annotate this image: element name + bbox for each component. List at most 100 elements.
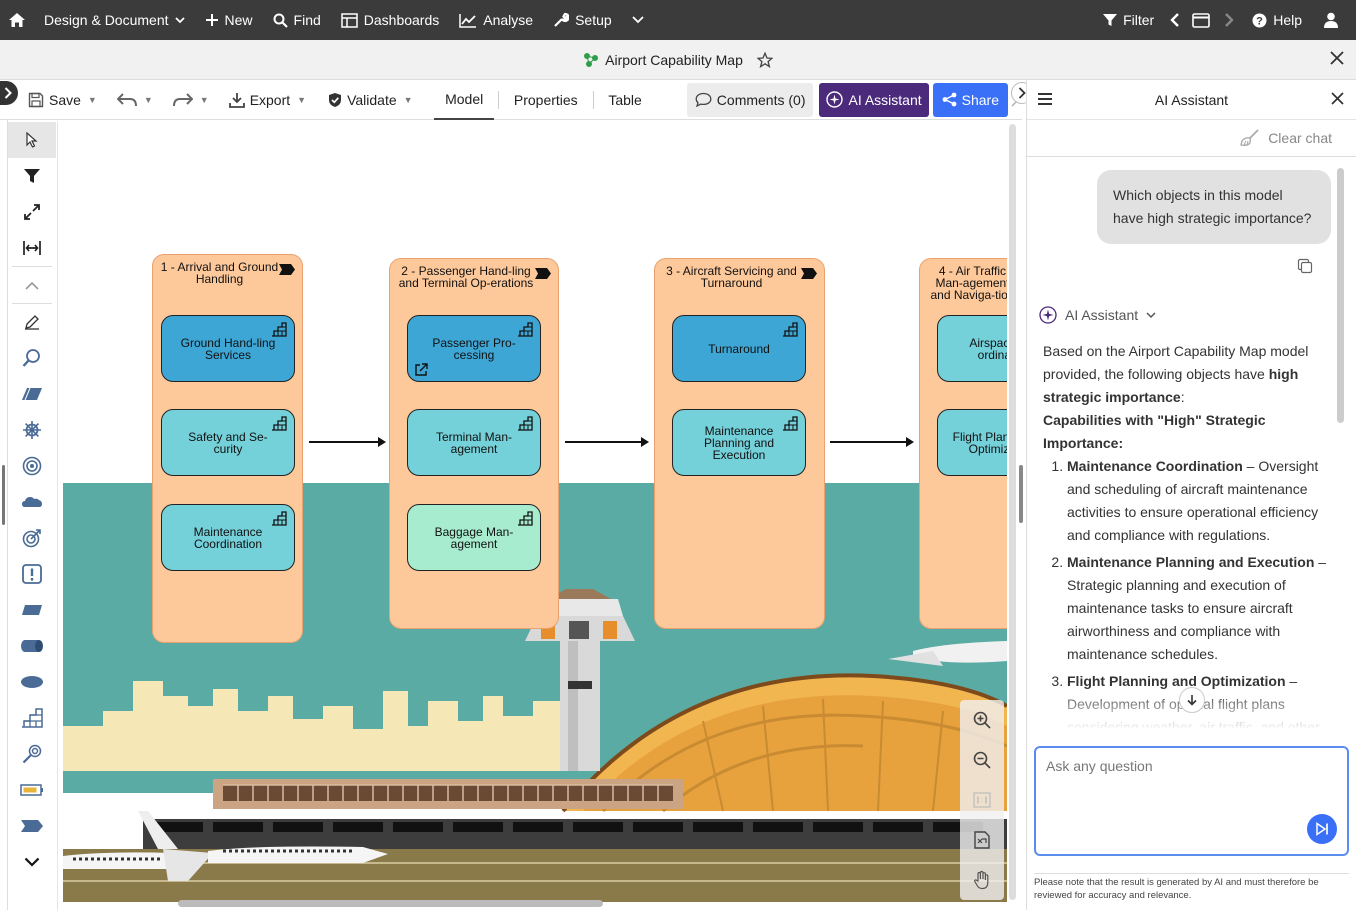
capability-turnaround[interactable]: Turnaround <box>672 315 806 382</box>
copy-icon[interactable] <box>1297 258 1313 274</box>
capability-terminal-management[interactable]: Terminal Man-agement <box>407 409 541 476</box>
comments-button[interactable]: Comments (0) <box>686 82 814 117</box>
chat-history[interactable]: Which objects in this model have high st… <box>1027 158 1337 728</box>
hamburger-menu-icon[interactable] <box>1037 92 1053 106</box>
issue-shape-tool[interactable] <box>8 556 56 592</box>
exclamation-icon <box>22 564 42 584</box>
filter-icon <box>24 168 40 184</box>
capability-flight-planning[interactable]: Flight Planning and Optimiza-tion <box>937 409 1007 476</box>
favorite-star-icon[interactable] <box>756 51 773 68</box>
pencil-tool[interactable] <box>8 304 56 340</box>
capability-label: Flight Planning and Optimiza-tion <box>952 429 1007 456</box>
more-menu-button[interactable] <box>622 0 654 40</box>
capability-maintenance-planning[interactable]: Maintenance Planning and Execution <box>672 409 806 476</box>
capability-baggage-management[interactable]: Baggage Man-agement <box>407 504 541 571</box>
chat-scrollbar[interactable] <box>1337 168 1344 423</box>
cloud-shape-tool[interactable] <box>8 484 56 520</box>
home-icon <box>8 12 26 28</box>
search-tool[interactable] <box>8 340 56 376</box>
battery-shape-tool[interactable] <box>8 772 56 808</box>
analyse-label: Analyse <box>483 12 534 28</box>
validate-button[interactable]: Validate ▼ <box>322 85 418 115</box>
tab-model[interactable]: Model <box>434 80 495 120</box>
slanted-shape-tool[interactable] <box>8 592 56 628</box>
stairs-icon <box>517 416 533 431</box>
close-panel-icon[interactable] <box>1331 92 1344 105</box>
dashboards-button[interactable]: Dashboards <box>331 0 450 40</box>
forward-button[interactable] <box>1216 0 1242 40</box>
home-button[interactable] <box>0 0 34 40</box>
ellipse-shape-tool[interactable] <box>8 664 56 700</box>
share-button[interactable]: Share <box>932 82 1008 117</box>
clear-chat-button[interactable]: Clear chat <box>1027 120 1356 157</box>
goal-shape-tool[interactable] <box>8 520 56 556</box>
actual-size-button[interactable] <box>960 780 1004 820</box>
pan-hand-button[interactable] <box>960 860 1004 900</box>
question-input[interactable] <box>1046 758 1306 774</box>
ai-assistant-label: AI Assistant <box>848 91 922 108</box>
resize-tool[interactable] <box>8 194 56 230</box>
zoom-in-button[interactable] <box>960 700 1004 740</box>
close-document-icon[interactable] <box>1330 51 1344 65</box>
chevron-down-icon <box>24 857 40 867</box>
target-shape-tool[interactable] <box>8 448 56 484</box>
panel-resize-grip[interactable] <box>1019 465 1023 523</box>
speech-bubble-icon <box>695 92 712 107</box>
model-canvas[interactable]: 1 - Arrival and Ground Handling Ground H… <box>63 121 1007 902</box>
find-button[interactable]: Find <box>263 0 331 40</box>
design-document-menu[interactable]: Design & Document <box>34 0 195 40</box>
capability-passenger-processing[interactable]: Passenger Pro-cessing <box>407 315 541 382</box>
window-button[interactable] <box>1186 0 1216 40</box>
filter-button[interactable]: Filter <box>1093 0 1164 40</box>
distribute-tool[interactable] <box>8 230 56 266</box>
fit-page-button[interactable] <box>960 820 1004 860</box>
analyse-button[interactable]: Analyse <box>449 0 543 40</box>
flow-arrow <box>309 437 386 447</box>
capability-ground-handling[interactable]: Ground Hand-ling Services <box>161 315 295 382</box>
flow-arrow <box>830 437 914 447</box>
select-tool[interactable] <box>8 122 56 158</box>
palette-scroll-up-button[interactable] <box>8 267 56 303</box>
parallelogram-shape-tool[interactable] <box>8 376 56 412</box>
ai-panel-title: AI Assistant <box>1154 91 1229 108</box>
assistant-selector[interactable]: AI Assistant <box>1039 306 1156 324</box>
capability-safety-security[interactable]: Safety and Se-curity <box>161 409 295 476</box>
capability-shape-tool[interactable] <box>8 700 56 736</box>
export-button[interactable]: Export ▼ <box>223 85 312 115</box>
external-link-icon[interactable] <box>413 362 429 378</box>
ai-assistant-button[interactable]: AI Assistant <box>819 82 929 117</box>
filter-tool[interactable] <box>8 158 56 194</box>
back-button[interactable] <box>1164 0 1186 40</box>
cylinder-shape-tool[interactable] <box>8 628 56 664</box>
tab-table[interactable]: Table <box>597 80 652 120</box>
helm-shape-tool[interactable] <box>8 412 56 448</box>
stairs-icon <box>517 322 533 337</box>
capability-maintenance-coordination[interactable]: Maintenance Coordination <box>161 504 295 571</box>
setup-button[interactable]: Setup <box>543 0 622 40</box>
chevron-down-icon <box>174 16 185 24</box>
zoom-in-icon <box>973 711 991 729</box>
send-button[interactable] <box>1307 814 1337 844</box>
tab-properties[interactable]: Properties <box>503 80 589 120</box>
chevron-down-icon: ▼ <box>403 94 413 105</box>
tag-shape-tool[interactable] <box>8 808 56 844</box>
connector-tool[interactable] <box>8 736 56 772</box>
stairs-icon <box>271 511 287 526</box>
chevron-down-icon: ▼ <box>297 94 307 105</box>
stairs-icon <box>21 708 43 728</box>
canvas-vertical-scrollbar[interactable] <box>1009 124 1016 900</box>
question-input-box[interactable] <box>1034 746 1349 856</box>
user-profile-button[interactable] <box>1312 0 1356 40</box>
scroll-to-bottom-button[interactable] <box>1179 687 1205 713</box>
left-panel-resize-handle[interactable] <box>2 465 5 525</box>
new-button[interactable]: New <box>195 0 263 40</box>
redo-button[interactable]: ▼ <box>167 85 215 115</box>
zoom-out-button[interactable] <box>960 740 1004 780</box>
help-button[interactable]: ? Help <box>1242 0 1312 40</box>
save-button[interactable]: Save ▼ <box>22 85 103 115</box>
stairs-icon <box>782 416 798 431</box>
canvas-horizontal-scrollbar[interactable] <box>178 900 603 907</box>
palette-scroll-down-button[interactable] <box>8 844 56 880</box>
undo-button[interactable]: ▼ <box>111 85 159 115</box>
capability-airspace-coordination[interactable]: Airspace Co-ordination <box>937 315 1007 382</box>
